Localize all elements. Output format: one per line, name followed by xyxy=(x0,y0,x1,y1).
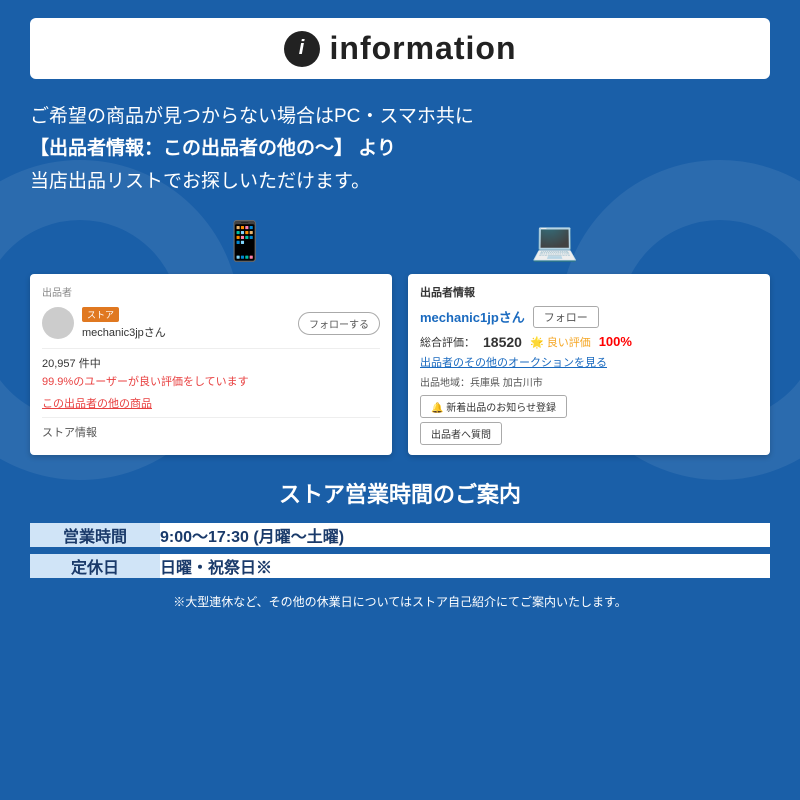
pc-icon: 💻 xyxy=(531,220,578,264)
avatar xyxy=(42,307,74,339)
pc-question-button[interactable]: 出品者へ質問 xyxy=(420,422,502,445)
pc-rating-row: 総合評価： 18520 🌟 良い評価 100% xyxy=(420,334,758,350)
mobile-user-row: ストア mechanic3jpさん フォローする xyxy=(42,307,380,340)
store-hours-title: ストア営業時間のご案内 xyxy=(30,477,770,509)
pc-notify-button[interactable]: 🔔 新着出品のお知らせ登録 xyxy=(420,395,567,418)
info-header: i information xyxy=(30,18,770,79)
pc-rating-num: 18520 xyxy=(483,334,522,350)
info-icon: i xyxy=(284,31,320,67)
pc-good-label: 🌟 良い評価 xyxy=(530,334,591,350)
pc-section-label: 出品者情報 xyxy=(420,284,758,300)
hours-value: 9:00〜17:30 (月曜〜土曜) xyxy=(160,523,770,549)
pc-auction-link[interactable]: 出品者のその他のオークションを見る xyxy=(420,354,758,370)
footer-note: ※大型連休など、その他の休業日についてはストア自己紹介にてご案内いたします。 xyxy=(30,593,770,611)
store-hours-table: 営業時間9:00〜17:30 (月曜〜土曜)定休日日曜・祝祭日※ xyxy=(30,523,770,581)
pc-good-pct: 100% xyxy=(599,334,632,349)
hours-row: 営業時間9:00〜17:30 (月曜〜土曜) xyxy=(30,523,770,549)
screenshots-row: 出品者 ストア mechanic3jpさん フォローする 20,957 件中 9… xyxy=(30,274,770,455)
mobile-user-info: ストア mechanic3jpさん xyxy=(82,307,290,340)
store-badge: ストア xyxy=(82,307,119,322)
hours-label: 定休日 xyxy=(30,552,160,579)
hours-label: 営業時間 xyxy=(30,523,160,549)
mobile-other-products-link[interactable]: この出品者の他の商品 xyxy=(42,395,380,411)
mobile-review-pct: 99.9%のユーザーが良い評価をしています xyxy=(42,373,380,389)
pc-rating-label: 総合評価： xyxy=(420,334,475,350)
info-title: information xyxy=(330,30,517,67)
device-icons-row: 📱 💻 xyxy=(30,220,770,264)
mobile-username: mechanic3jpさん xyxy=(82,324,290,340)
pc-screenshot: 出品者情報 mechanic1jpさん フォロー 総合評価： 18520 🌟 良… xyxy=(408,274,770,455)
mobile-follow-button[interactable]: フォローする xyxy=(298,312,380,335)
hours-value: 日曜・祝祭日※ xyxy=(160,552,770,579)
mobile-screenshot: 出品者 ストア mechanic3jpさん フォローする 20,957 件中 9… xyxy=(30,274,392,455)
mobile-review-count: 20,957 件中 xyxy=(42,355,380,371)
pc-username: mechanic1jpさん xyxy=(420,307,525,326)
pc-follow-button[interactable]: フォロー xyxy=(533,306,599,328)
mobile-section-label: 出品者 xyxy=(42,284,380,299)
hours-row: 定休日日曜・祝祭日※ xyxy=(30,552,770,579)
mobile-store-info-link[interactable]: ストア情報 xyxy=(42,427,97,439)
mobile-icon: 📱 xyxy=(221,220,268,264)
main-description: ご希望の商品が見つからない場合はPC・スマホ共に 【出品者情報：この出品者の他の… xyxy=(30,101,770,198)
pc-user-row: mechanic1jpさん フォロー xyxy=(420,306,758,328)
pc-location: 出品地域：兵庫県 加古川市 xyxy=(420,374,758,389)
